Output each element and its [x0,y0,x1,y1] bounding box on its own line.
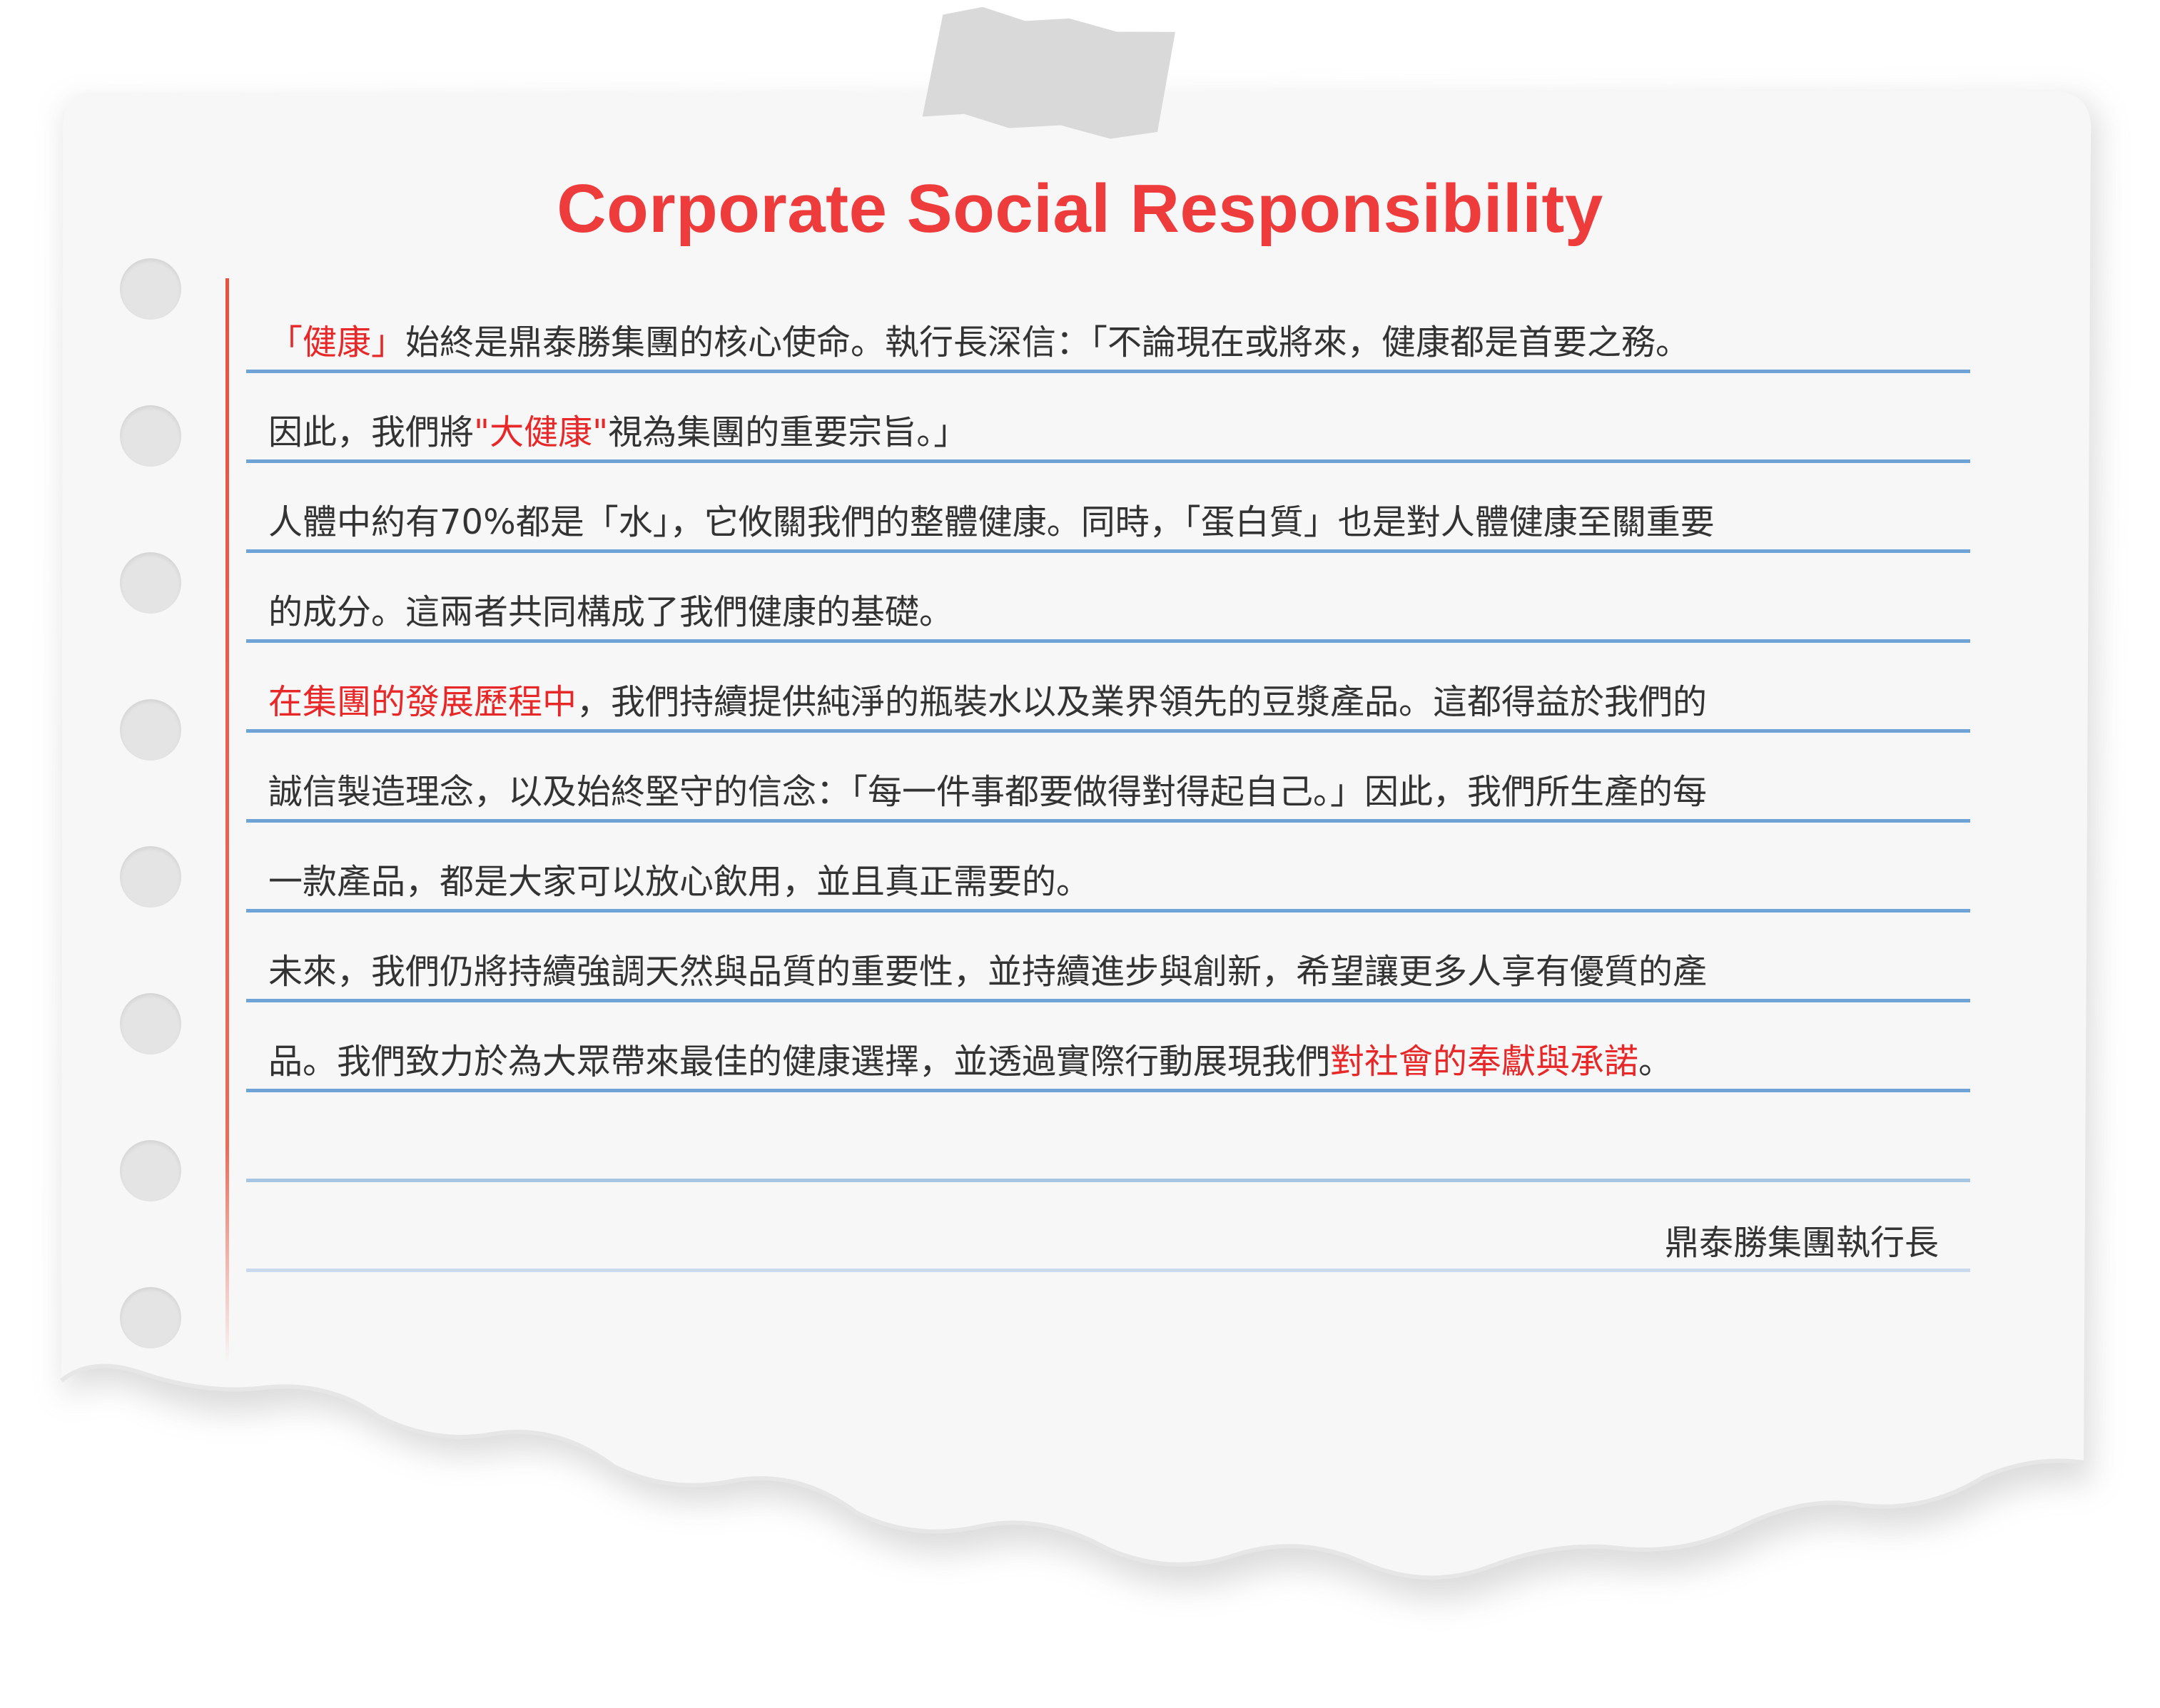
line-segment: 誠信製造理念，以及始終堅守的信念：「每一件事都要做得對得起自己。」因此，我們所生… [268,772,1708,812]
line-segment: 人體中約有70%都是「水」，它攸關我們的整體健康。同時，「蛋白質」也是對人體健康… [268,502,1715,542]
page-title: Corporate Social Responsibility [557,171,1603,247]
binder-hole [120,1140,181,1201]
signature: 鼎泰勝集團執行長 [1664,1223,1939,1263]
binder-hole [120,699,181,761]
binder-hole [120,1287,181,1348]
paper-sheet [60,91,2099,1600]
body-line: 誠信製造理念，以及始終堅守的信念：「每一件事都要做得對得起自己。」因此，我們所生… [268,771,1974,813]
line-segment: 品。我們致力於為大眾帶來最佳的健康選擇，並透過實際行動展現我們 [268,1042,1331,1082]
body-line: 品。我們致力於為大眾帶來最佳的健康選擇，並透過實際行動展現我們對社會的奉獻與承諾… [268,1040,1974,1083]
line-segment: ，我們持續提供純淨的瓶裝水以及業界領先的豆漿產品。這都得益於我們的 [577,682,1708,722]
body-line: 人體中約有70%都是「水」，它攸關我們的整體健康。同時，「蛋白質」也是對人體健康… [268,501,1974,544]
body-line: 因此，我們將"大健康"視為集團的重要宗旨。」 [268,411,1974,454]
line-segment: 一款產品，都是大家可以放心飲用，並且真正需要的。 [268,862,1091,902]
ruled-line [246,549,1970,553]
ruled-line [246,819,1970,823]
line-segment: 未來，我們仍將持續強調天然與品質的重要性，並持續進步與創新，希望讓更多人享有優質… [268,952,1708,992]
binder-hole [120,258,181,320]
body-line: 在集團的發展歷程中，我們持續提供純淨的瓶裝水以及業界領先的豆漿產品。這都得益於我… [268,681,1974,723]
line-segment: 在集團的發展歷程中 [268,682,577,722]
ruled-line [246,639,1970,643]
line-segment: 「健康」 [268,322,406,362]
ruled-line [246,1179,1970,1182]
binder-hole [120,552,181,614]
body-line: 一款產品，都是大家可以放心飲用，並且真正需要的。 [268,860,1974,903]
ruled-line [246,1269,1970,1272]
ruled-line [246,370,1970,373]
body-line: 「健康」始終是鼎泰勝集團的核心使命。執行長深信：「不論現在或將來，健康都是首要之… [268,321,1974,364]
ruled-line [246,729,1970,733]
line-segment: 的成分。這兩者共同構成了我們健康的基礎。 [268,592,954,632]
margin-line [225,278,229,1363]
ruled-line [246,999,1970,1002]
line-segment: 視為集團的重要宗旨。」 [608,412,968,452]
line-segment: 始終是鼎泰勝集團的核心使命。執行長深信：「不論現在或將來，健康都是首要之務。 [405,322,1690,362]
line-segment: 對社會的奉獻與承諾 [1330,1042,1639,1082]
ruled-line [246,459,1970,463]
line-segment: 因此，我們將 [268,412,475,452]
line-segment: 。 [1638,1042,1673,1082]
body-line: 的成分。這兩者共同構成了我們健康的基礎。 [268,591,1974,634]
body-line: 未來，我們仍將持續強調天然與品質的重要性，並持續進步與創新，希望讓更多人享有優質… [268,950,1974,993]
binder-hole [120,846,181,908]
binder-hole [120,993,181,1054]
ruled-line [246,909,1970,913]
ruled-line [246,1089,1970,1092]
line-segment: "大健康" [474,412,609,452]
binder-hole [120,405,181,467]
